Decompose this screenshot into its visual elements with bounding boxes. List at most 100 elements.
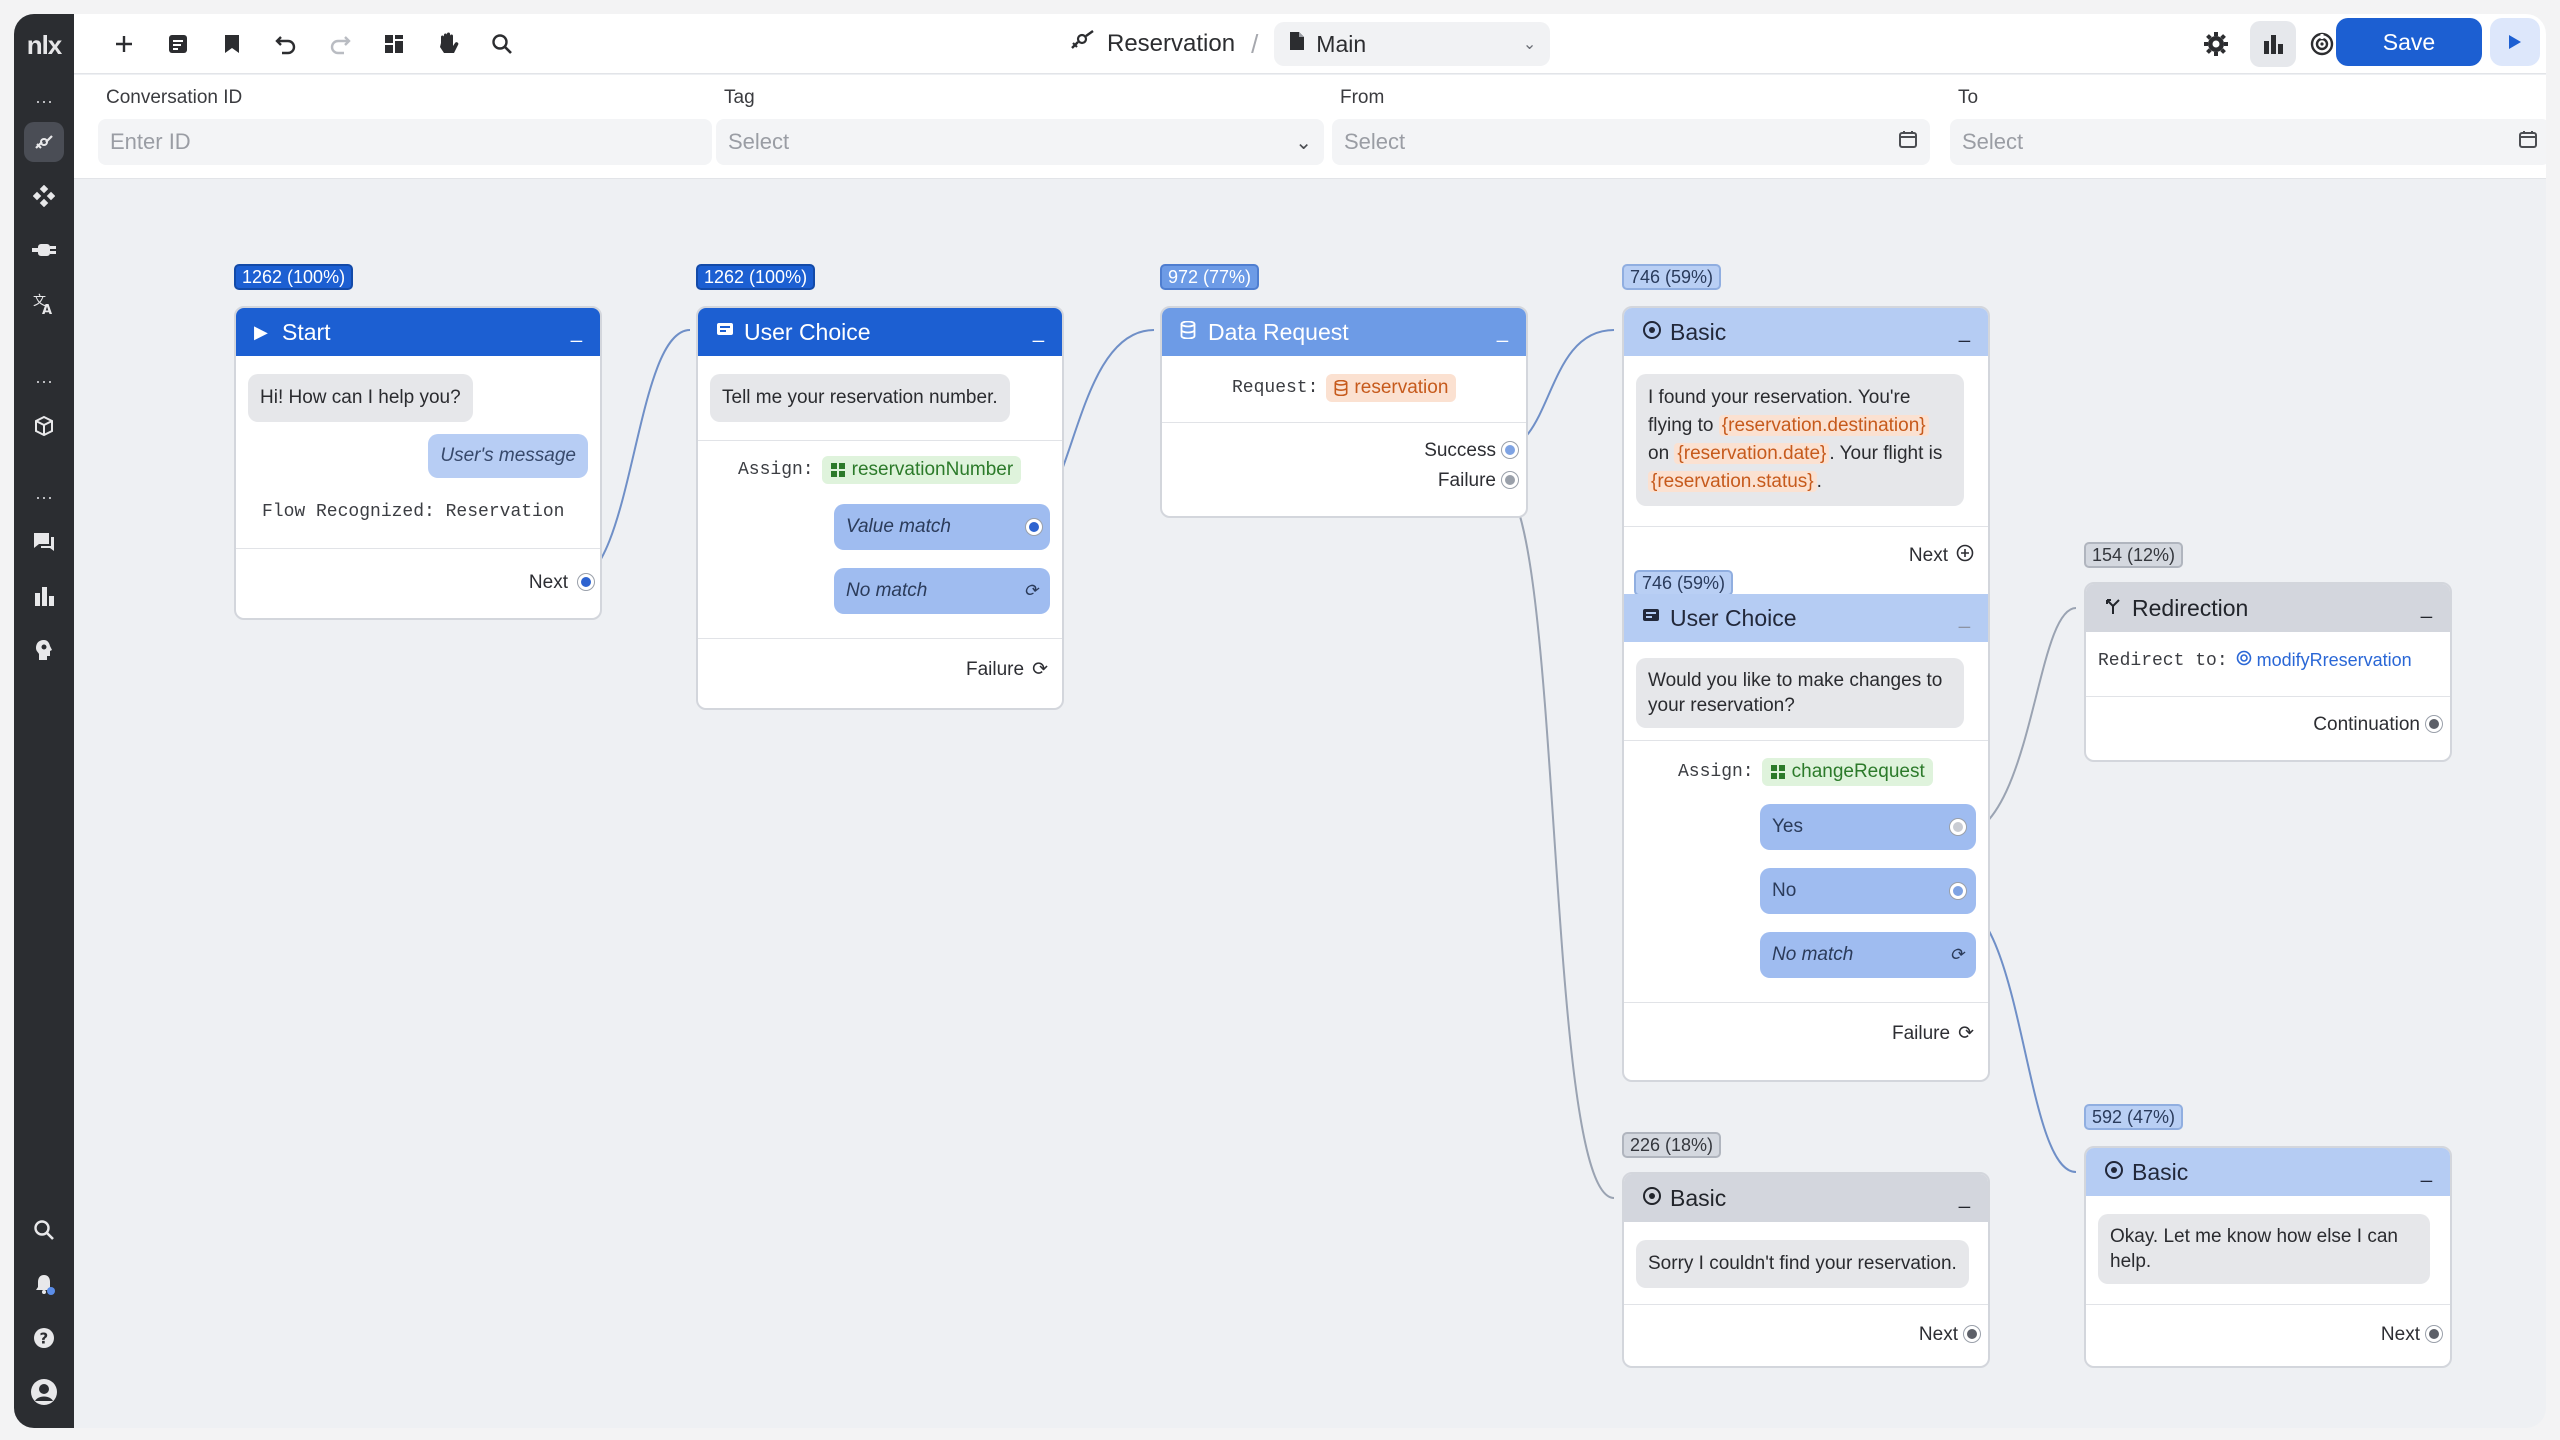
data-request-node[interactable]: Data Request _ Request: reservation Succ… (1160, 306, 1528, 518)
activity-icon[interactable] (2306, 28, 2338, 60)
success-port[interactable] (1502, 442, 1518, 458)
collapse-icon[interactable]: _ (1497, 322, 1508, 342)
package-icon[interactable] (24, 406, 64, 446)
notes-icon[interactable] (162, 28, 194, 60)
flows-icon[interactable] (24, 122, 64, 162)
divider (1162, 422, 1526, 423)
page-select[interactable]: Main ⌄ (1274, 22, 1551, 66)
refresh-icon: ⟳ (1023, 581, 1038, 600)
stat-badge: 226 (18%) (1622, 1132, 1722, 1158)
node-header[interactable]: Basic _ (1624, 1174, 1988, 1222)
to-filter: To Select (1950, 87, 2546, 167)
redirect-icon (2104, 597, 2132, 620)
next-port[interactable] (1964, 1326, 1980, 1342)
choice-no[interactable]: No (1760, 868, 1976, 914)
basic-help-node[interactable]: Basic _ Okay. Let me know how else I can… (2084, 1146, 2452, 1368)
next-port[interactable] (578, 574, 594, 590)
redirect-target-link[interactable]: modifyRreservation (2236, 650, 2412, 671)
collapse-icon[interactable]: _ (571, 322, 582, 342)
collapse-icon[interactable]: _ (2421, 1162, 2432, 1182)
flow-title[interactable]: Reservation (1107, 30, 1235, 58)
collapse-icon[interactable]: _ (1959, 322, 1970, 342)
more-icon[interactable]: ··· (24, 372, 64, 390)
to-date-picker[interactable]: Select (1950, 119, 2546, 165)
analytics-toggle-icon[interactable] (2250, 21, 2296, 67)
redirect-row: Redirect to: modifyRreservation (2098, 650, 2412, 671)
undo-icon[interactable] (270, 28, 302, 60)
add-circle-icon[interactable] (1956, 544, 1974, 568)
tag-select[interactable]: Select ⌄ (716, 119, 1324, 165)
next-output-label: Next (1918, 1324, 1958, 1345)
no-port[interactable] (1950, 883, 1966, 899)
node-title: Basic (1670, 1184, 1727, 1211)
assign-variable[interactable]: reservationNumber (821, 456, 1022, 484)
user-message: User's message (428, 434, 588, 478)
collapse-icon[interactable]: _ (1959, 1188, 1970, 1208)
layout-icon[interactable] (378, 28, 410, 60)
node-header[interactable]: Redirection _ (2086, 584, 2450, 632)
conversations-icon[interactable] (24, 522, 64, 562)
settings-gear-icon[interactable] (2200, 28, 2232, 60)
user-choice-header[interactable]: User Choice _ (1624, 594, 1988, 642)
node-header[interactable]: User Choice _ (698, 308, 1062, 356)
user-choice-icon (716, 322, 744, 343)
notifications-icon[interactable] (24, 1264, 64, 1304)
flow-canvas[interactable]: 1262 (100%) ▶ Start _ Hi! How can I help… (74, 180, 2546, 1428)
redo-icon[interactable] (324, 28, 356, 60)
basic-not-found-node[interactable]: Basic _ Sorry I couldn't find your reser… (1622, 1172, 1990, 1368)
stat-badge: 154 (12%) (2084, 542, 2184, 568)
node-header[interactable]: ▶ Start _ (236, 308, 600, 356)
start-node[interactable]: ▶ Start _ Hi! How can I help you? User's… (234, 306, 602, 620)
choice-yes[interactable]: Yes (1760, 804, 1976, 850)
intents-icon[interactable] (24, 176, 64, 216)
stat-badge: 1262 (100%) (234, 264, 354, 290)
chevron-down-icon: ⌄ (1295, 131, 1312, 154)
pan-hand-icon[interactable] (432, 28, 464, 60)
search-icon[interactable] (24, 1210, 64, 1250)
ai-head-icon[interactable] (24, 630, 64, 670)
translate-icon[interactable]: 文A (24, 284, 64, 324)
node-header[interactable]: Basic _ (2086, 1148, 2450, 1196)
user-avatar-icon[interactable] (24, 1372, 64, 1412)
calendar-icon[interactable] (2518, 129, 2538, 155)
user-choice-node[interactable]: User Choice _ Tell me your reservation n… (696, 306, 1064, 710)
from-date-picker[interactable]: Select (1332, 119, 1930, 165)
collapse-icon[interactable]: _ (1033, 322, 1044, 342)
basic-node[interactable]: Basic _ I found your reservation. You're… (1622, 306, 1990, 1082)
value-match-port[interactable] (1026, 519, 1042, 535)
request-variable[interactable]: reservation (1326, 374, 1457, 402)
integrations-icon[interactable] (24, 230, 64, 270)
failure-port[interactable] (1502, 472, 1518, 488)
divider (1624, 526, 1988, 527)
choice-no-match[interactable]: No match ⟳ (1760, 932, 1976, 978)
yes-port[interactable] (1950, 819, 1966, 835)
assign-variable[interactable]: changeRequest (1761, 758, 1933, 786)
choice-no-match[interactable]: No match ⟳ (834, 568, 1050, 614)
collapse-icon[interactable]: _ (1959, 608, 1970, 628)
analytics-icon[interactable] (24, 576, 64, 616)
node-header[interactable]: Basic _ (1624, 308, 1988, 356)
add-icon[interactable] (108, 28, 140, 60)
request-label: Request: (1232, 378, 1319, 398)
conversation-id-input[interactable]: Enter ID (98, 119, 712, 165)
assign-label: Assign: (1678, 762, 1754, 782)
collapse-icon[interactable]: _ (2421, 598, 2432, 618)
breadcrumb-separator: / (1251, 28, 1259, 59)
choice-value-match[interactable]: Value match (834, 504, 1050, 550)
from-label: From (1340, 87, 1385, 108)
more-icon[interactable]: ··· (24, 488, 64, 506)
continuation-port[interactable] (2426, 716, 2442, 732)
run-play-button[interactable] (2490, 18, 2540, 66)
redirection-node[interactable]: Redirection _ Redirect to: modifyRreserv… (2084, 582, 2452, 762)
next-port[interactable] (2426, 1326, 2442, 1342)
divider (1624, 1304, 1988, 1305)
more-icon[interactable]: ··· (24, 92, 64, 110)
help-icon[interactable]: ? (24, 1318, 64, 1358)
bookmark-icon[interactable] (216, 28, 248, 60)
search-icon[interactable] (486, 28, 518, 60)
save-button[interactable]: Save (2336, 18, 2482, 66)
top-toolbar: Reservation / Main ⌄ Save (74, 14, 2546, 74)
page-select-value: Main (1316, 30, 1367, 57)
node-header[interactable]: Data Request _ (1162, 308, 1526, 356)
calendar-icon[interactable] (1898, 129, 1918, 155)
